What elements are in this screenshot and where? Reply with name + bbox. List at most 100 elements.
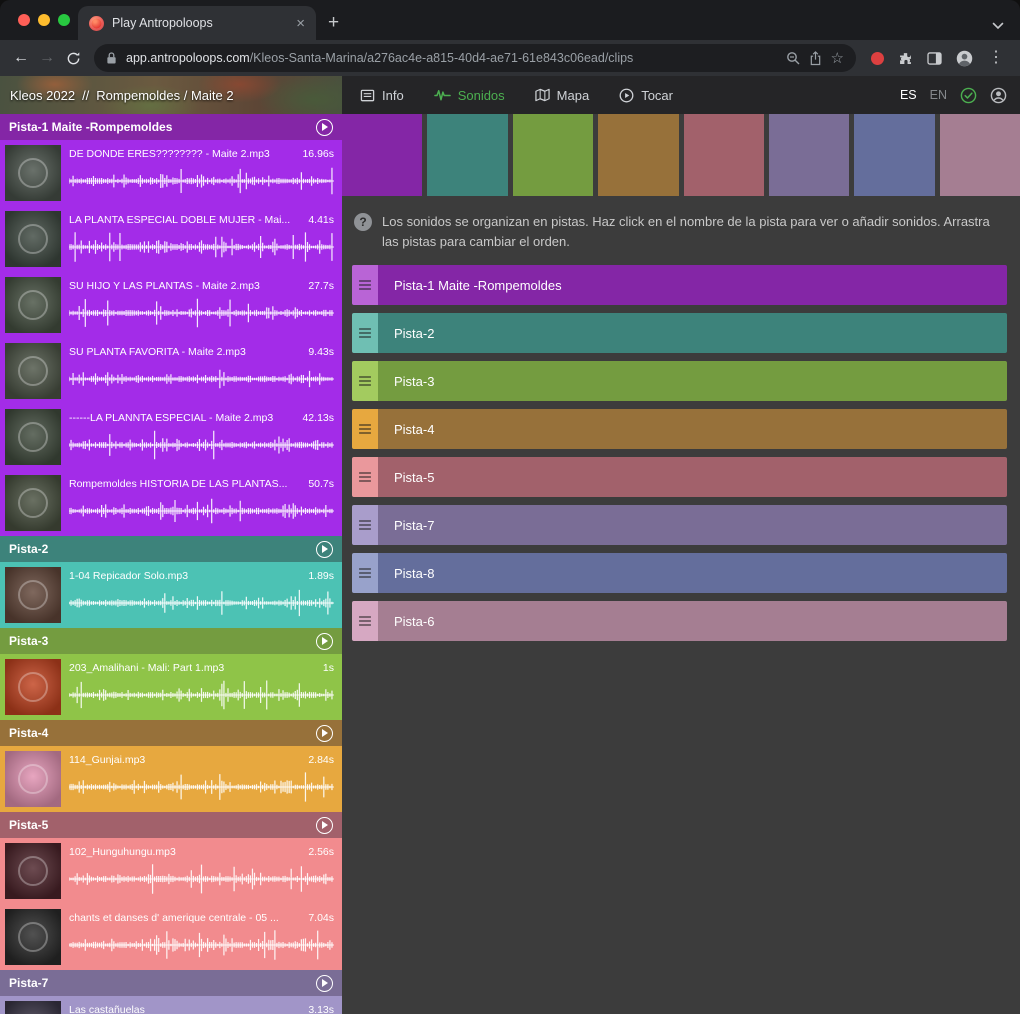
url-text[interactable]: app.antropoloops.com/Kleos-Santa-Marina/… bbox=[126, 51, 777, 65]
clip-item[interactable]: SU HIJO Y LAS PLANTAS - Maite 2.mp3 27.7… bbox=[0, 272, 342, 338]
account-icon[interactable] bbox=[990, 87, 1007, 104]
track-row-pista-6[interactable]: Pista-6 bbox=[352, 601, 1007, 641]
fullscreen-window-button[interactable] bbox=[58, 14, 70, 26]
track-row-pista-8[interactable]: Pista-8 bbox=[352, 553, 1007, 593]
clip-waveform[interactable] bbox=[69, 226, 334, 267]
new-tab-button[interactable]: + bbox=[328, 13, 339, 32]
clip-waveform[interactable] bbox=[69, 858, 334, 899]
language-en-button[interactable]: EN bbox=[930, 88, 947, 102]
side-panel-icon[interactable] bbox=[927, 52, 942, 65]
track-play-button[interactable] bbox=[316, 975, 333, 992]
track-play-button[interactable] bbox=[316, 817, 333, 834]
extensions-puzzle-icon[interactable] bbox=[898, 51, 913, 66]
minimize-window-button[interactable] bbox=[38, 14, 50, 26]
color-swatch[interactable] bbox=[940, 114, 1020, 196]
track-row-body[interactable]: Pista-4 bbox=[378, 409, 1007, 449]
browser-tab[interactable]: Play Antropoloops × bbox=[78, 6, 316, 40]
clip-item[interactable]: SU PLANTA FAVORITA - Maite 2.mp3 9.43s bbox=[0, 338, 342, 404]
track-row-body[interactable]: Pista-3 bbox=[378, 361, 1007, 401]
track-header-pista-1[interactable]: Pista-1 Maite -Rompemoldes bbox=[0, 114, 342, 140]
color-swatch[interactable] bbox=[427, 114, 507, 196]
drag-handle[interactable] bbox=[352, 409, 378, 449]
track-play-button[interactable] bbox=[316, 725, 333, 742]
color-swatch[interactable] bbox=[513, 114, 593, 196]
back-button[interactable]: ← bbox=[8, 45, 34, 71]
track-play-button[interactable] bbox=[316, 633, 333, 650]
clip-item[interactable]: ------LA PLANNTA ESPECIAL - Maite 2.mp3 … bbox=[0, 404, 342, 470]
clip-item[interactable]: chants et danses d' amerique centrale - … bbox=[0, 904, 342, 970]
drag-handle[interactable] bbox=[352, 457, 378, 497]
track-row-pista-1[interactable]: Pista-1 Maite -Rompemoldes bbox=[352, 265, 1007, 305]
color-swatch[interactable] bbox=[769, 114, 849, 196]
track-name[interactable]: Pista-5 bbox=[9, 818, 316, 832]
color-swatch[interactable] bbox=[854, 114, 934, 196]
track-name[interactable]: Pista-1 Maite -Rompemoldes bbox=[9, 120, 316, 134]
tab-search-chevron-icon[interactable] bbox=[992, 22, 1004, 30]
address-bar[interactable]: app.antropoloops.com/Kleos-Santa-Marina/… bbox=[94, 44, 856, 72]
reload-button[interactable] bbox=[60, 45, 86, 71]
track-row-pista-5[interactable]: Pista-5 bbox=[352, 457, 1007, 497]
clip-item[interactable]: 203_Amalihani - Mali: Part 1.mp3 1s bbox=[0, 654, 342, 720]
drag-handle[interactable] bbox=[352, 601, 378, 641]
clip-waveform[interactable] bbox=[69, 490, 334, 531]
track-header-pista-2[interactable]: Pista-2 bbox=[0, 536, 342, 562]
profile-avatar-icon[interactable] bbox=[956, 50, 973, 67]
sync-check-icon[interactable] bbox=[960, 87, 977, 104]
track-row-body[interactable]: Pista-1 Maite -Rompemoldes bbox=[378, 265, 1007, 305]
close-window-button[interactable] bbox=[18, 14, 30, 26]
color-swatch[interactable] bbox=[684, 114, 764, 196]
clip-item[interactable]: 1-04 Repicador Solo.mp3 1.89s bbox=[0, 562, 342, 628]
track-row-body[interactable]: Pista-6 bbox=[378, 601, 1007, 641]
clip-waveform[interactable] bbox=[69, 674, 334, 715]
track-name[interactable]: Pista-2 bbox=[9, 542, 316, 556]
clip-waveform[interactable] bbox=[69, 358, 334, 399]
track-row-pista-2[interactable]: Pista-2 bbox=[352, 313, 1007, 353]
clip-waveform[interactable] bbox=[69, 160, 334, 201]
nav-tab-tocar[interactable]: Tocar bbox=[619, 88, 673, 103]
track-row-body[interactable]: Pista-5 bbox=[378, 457, 1007, 497]
nav-tab-info[interactable]: Info bbox=[360, 88, 404, 103]
zoom-icon[interactable] bbox=[786, 51, 800, 65]
track-row-pista-7[interactable]: Pista-7 bbox=[352, 505, 1007, 545]
track-row-body[interactable]: Pista-7 bbox=[378, 505, 1007, 545]
track-row-pista-3[interactable]: Pista-3 bbox=[352, 361, 1007, 401]
language-es-button[interactable]: ES bbox=[900, 88, 917, 102]
track-header-pista-3[interactable]: Pista-3 bbox=[0, 628, 342, 654]
color-swatch[interactable] bbox=[598, 114, 678, 196]
track-row-body[interactable]: Pista-8 bbox=[378, 553, 1007, 593]
track-play-button[interactable] bbox=[316, 119, 333, 136]
nav-tab-mapa[interactable]: Mapa bbox=[535, 88, 590, 103]
track-play-button[interactable] bbox=[316, 541, 333, 558]
track-name[interactable]: Pista-4 bbox=[9, 726, 316, 740]
clip-item[interactable]: LA PLANTA ESPECIAL DOBLE MUJER - Mai... … bbox=[0, 206, 342, 272]
track-header-pista-7[interactable]: Pista-7 bbox=[0, 970, 342, 996]
color-swatch[interactable] bbox=[342, 114, 422, 196]
forward-button[interactable]: → bbox=[34, 45, 60, 71]
lock-icon[interactable] bbox=[106, 51, 117, 65]
drag-handle[interactable] bbox=[352, 361, 378, 401]
share-icon[interactable] bbox=[809, 51, 822, 66]
clip-item[interactable]: DE DONDE ERES???????? - Maite 2.mp3 16.9… bbox=[0, 140, 342, 206]
bookmark-star-icon[interactable]: ☆ bbox=[831, 51, 844, 66]
track-row-pista-4[interactable]: Pista-4 bbox=[352, 409, 1007, 449]
drag-handle[interactable] bbox=[352, 265, 378, 305]
clip-item[interactable]: Las castañuelas 3.13s bbox=[0, 996, 342, 1014]
drag-handle[interactable] bbox=[352, 553, 378, 593]
clip-item[interactable]: 114_Gunjai.mp3 2.84s bbox=[0, 746, 342, 812]
clip-waveform[interactable] bbox=[69, 924, 334, 965]
clip-item[interactable]: Rompemoldes HISTORIA DE LAS PLANTAS... 5… bbox=[0, 470, 342, 536]
track-header-pista-5[interactable]: Pista-5 bbox=[0, 812, 342, 838]
track-row-body[interactable]: Pista-2 bbox=[378, 313, 1007, 353]
extension-record-icon[interactable] bbox=[871, 52, 884, 65]
browser-menu-icon[interactable]: ⋮ bbox=[988, 50, 1004, 66]
nav-tab-sonidos[interactable]: Sonidos bbox=[434, 88, 505, 103]
track-name[interactable]: Pista-7 bbox=[9, 976, 316, 990]
clip-item[interactable]: 102_Hunguhungu.mp3 2.56s bbox=[0, 838, 342, 904]
clip-waveform[interactable] bbox=[69, 766, 334, 807]
tab-close-icon[interactable]: × bbox=[293, 16, 308, 31]
clip-waveform[interactable] bbox=[69, 582, 334, 623]
drag-handle[interactable] bbox=[352, 505, 378, 545]
breadcrumb-path[interactable]: Rompemoldes / Maite 2 bbox=[96, 88, 233, 103]
track-name[interactable]: Pista-3 bbox=[9, 634, 316, 648]
track-header-pista-4[interactable]: Pista-4 bbox=[0, 720, 342, 746]
